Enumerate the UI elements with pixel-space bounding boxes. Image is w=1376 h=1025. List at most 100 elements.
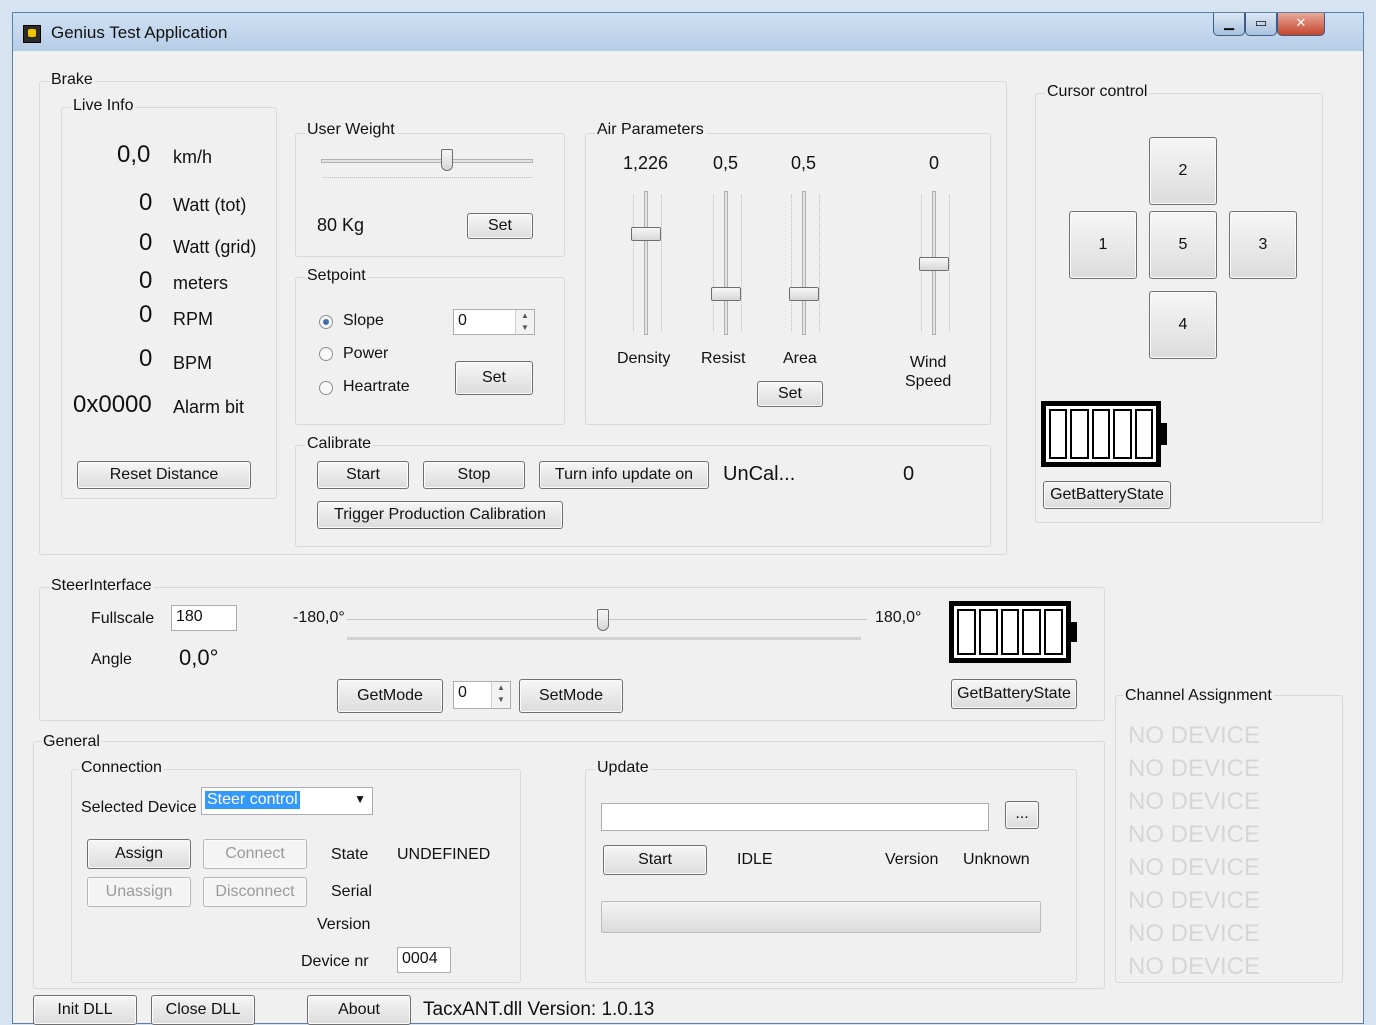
dll-version-text: TacxANT.dll Version: 1.0.13 <box>423 999 655 1020</box>
version-label: Version <box>317 916 371 933</box>
steer-slider-thumb[interactable] <box>597 609 609 631</box>
rpm-value: 0 <box>139 301 153 328</box>
channel-entry: NO DEVICE <box>1128 821 1261 848</box>
serial-label: Serial <box>331 883 372 900</box>
cursor-button-2[interactable]: 2 <box>1149 137 1217 205</box>
init-dll-button[interactable]: Init DLL <box>33 995 137 1025</box>
cursor-button-1[interactable]: 1 <box>1069 211 1137 279</box>
steer-min-label: -180,0° <box>293 609 345 626</box>
setpoint-spin-buttons[interactable]: ▲ ▼ <box>515 310 534 334</box>
resist-slider-thumb[interactable] <box>711 287 741 301</box>
cursor-get-battery-state-button[interactable]: GetBatteryState <box>1043 481 1171 509</box>
reset-distance-button[interactable]: Reset Distance <box>77 461 251 489</box>
slope-radio-label[interactable]: Slope <box>343 312 384 330</box>
mode-spin-buttons[interactable]: ▲ ▼ <box>491 682 510 708</box>
spin-up-icon[interactable]: ▲ <box>492 682 510 694</box>
speed-unit: km/h <box>173 147 213 167</box>
disconnect-button[interactable]: Disconnect <box>203 877 307 907</box>
channel-entry: NO DEVICE <box>1128 854 1261 881</box>
watt-grid-value: 0 <box>139 229 153 256</box>
density-slider-thumb[interactable] <box>631 227 661 241</box>
power-radio-label[interactable]: Power <box>343 345 388 363</box>
update-version-value: Unknown <box>963 851 1030 868</box>
air-parameters-set-button[interactable]: Set <box>757 381 823 407</box>
mode-value: 0 <box>458 684 467 701</box>
chevron-down-icon[interactable]: ▼ <box>354 792 366 806</box>
spin-down-icon[interactable]: ▼ <box>516 322 534 334</box>
live-info-label: Live Info <box>71 97 136 115</box>
watt-tot-unit: Watt (tot) <box>173 195 247 215</box>
browse-button[interactable]: ... <box>1005 801 1039 829</box>
density-ticks-left <box>633 195 636 331</box>
steer-interface-label: SteerInterface <box>49 577 154 595</box>
update-start-button[interactable]: Start <box>603 845 707 875</box>
area-slider-track[interactable] <box>802 191 806 335</box>
window-content: Brake Live Info 0,0 km/h 0 Watt (tot) 0 … <box>13 51 1363 1025</box>
unassign-button[interactable]: Unassign <box>87 877 191 907</box>
density-slider-track[interactable] <box>644 191 648 335</box>
calibrate-stop-button[interactable]: Stop <box>423 461 525 489</box>
distance-unit: meters <box>173 273 229 293</box>
cursor-control-label: Cursor control <box>1045 83 1150 101</box>
heartrate-radio-label[interactable]: Heartrate <box>343 378 410 396</box>
device-nr-input[interactable]: 0004 <box>397 947 451 973</box>
state-label: State <box>331 846 369 863</box>
heartrate-radio[interactable] <box>319 381 333 395</box>
app-window: Genius Test Application ▁ ▭ ✕ Brake Live… <box>12 12 1364 1025</box>
area-ticks-right <box>819 195 822 331</box>
close-button[interactable]: ✕ <box>1277 13 1325 36</box>
title-bar[interactable]: Genius Test Application ▁ ▭ ✕ <box>13 13 1363 52</box>
update-label: Update <box>595 759 651 777</box>
resist-value: 0,5 <box>713 153 739 173</box>
resist-slider-track[interactable] <box>724 191 728 335</box>
brake-label: Brake <box>49 71 95 89</box>
slope-radio[interactable] <box>319 315 333 329</box>
wind-ticks-right <box>949 195 952 331</box>
maximize-button[interactable]: ▭ <box>1245 13 1277 36</box>
cursor-button-5[interactable]: 5 <box>1149 211 1217 279</box>
user-weight-set-button[interactable]: Set <box>467 213 533 239</box>
general-label: General <box>41 733 102 751</box>
power-radio[interactable] <box>319 347 333 361</box>
setpoint-value: 0 <box>458 312 467 329</box>
wind-speed-slider-thumb[interactable] <box>919 257 949 271</box>
angle-label: Angle <box>91 651 132 668</box>
bpm-value: 0 <box>139 345 153 372</box>
mode-stepper[interactable]: 0 ▲ ▼ <box>453 681 511 709</box>
area-ticks-left <box>791 195 794 331</box>
trigger-production-calibration-button[interactable]: Trigger Production Calibration <box>317 501 563 529</box>
spin-up-icon[interactable]: ▲ <box>516 310 534 322</box>
selected-device-dropdown[interactable]: Steer control ▼ <box>201 787 373 815</box>
connect-button[interactable]: Connect <box>203 839 307 869</box>
bpm-unit: BPM <box>173 353 213 373</box>
setpoint-value-stepper[interactable]: 0 ▲ ▼ <box>453 309 535 335</box>
minimize-button[interactable]: ▁ <box>1213 13 1245 36</box>
about-button[interactable]: About <box>307 995 411 1025</box>
update-group <box>585 769 1077 983</box>
resist-ticks-right <box>741 195 744 331</box>
user-weight-ticks <box>323 177 533 184</box>
close-dll-button[interactable]: Close DLL <box>151 995 255 1025</box>
area-slider-thumb[interactable] <box>789 287 819 301</box>
calibrate-start-button[interactable]: Start <box>317 461 409 489</box>
set-mode-button[interactable]: SetMode <box>519 679 623 713</box>
fullscale-value: 180 <box>176 608 203 625</box>
spin-down-icon[interactable]: ▼ <box>492 694 510 706</box>
update-file-input[interactable] <box>601 803 989 831</box>
get-mode-button[interactable]: GetMode <box>337 679 443 713</box>
area-label: Area <box>783 350 817 367</box>
fullscale-input[interactable]: 180 <box>171 605 237 631</box>
channel-entry: NO DEVICE <box>1128 953 1261 980</box>
user-weight-slider-thumb[interactable] <box>441 149 453 171</box>
channel-entry: NO DEVICE <box>1128 920 1261 947</box>
update-progress-bar <box>601 901 1041 933</box>
turn-info-update-button[interactable]: Turn info update on <box>539 461 709 489</box>
setpoint-set-button[interactable]: Set <box>455 361 533 395</box>
user-weight-slider-track[interactable] <box>321 159 533 163</box>
steer-max-label: 180,0° <box>875 609 922 626</box>
cursor-button-3[interactable]: 3 <box>1229 211 1297 279</box>
cursor-button-4[interactable]: 4 <box>1149 291 1217 359</box>
density-label: Density <box>617 350 671 367</box>
steer-get-battery-state-button[interactable]: GetBatteryState <box>951 679 1077 709</box>
assign-button[interactable]: Assign <box>87 839 191 869</box>
